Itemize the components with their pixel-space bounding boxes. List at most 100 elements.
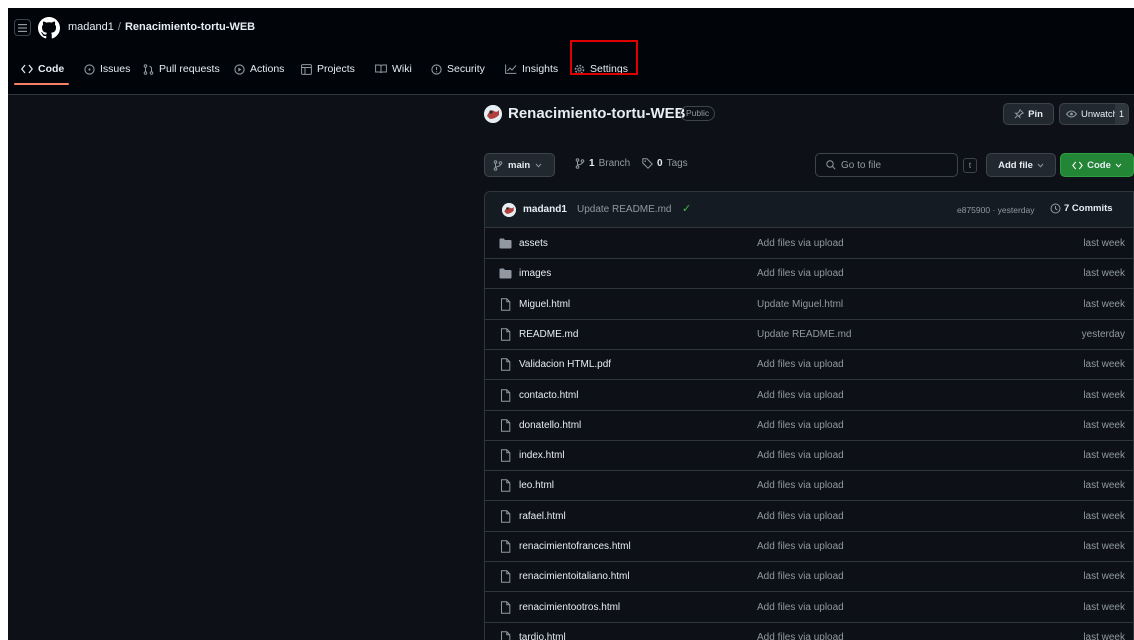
github-logo-icon[interactable] xyxy=(38,17,60,39)
file-commit-message[interactable]: Add files via upload xyxy=(757,420,844,431)
file-row[interactable]: contacto.html Add files via upload last we… xyxy=(485,381,1133,411)
file-date: last week xyxy=(1083,359,1125,371)
breadcrumb-repo[interactable]: Renacimiento-tortu-WEB xyxy=(125,21,255,33)
file-row[interactable]: images Add files via upload last week xyxy=(485,259,1133,290)
tab-wiki[interactable]: Wiki xyxy=(375,54,412,84)
file-row[interactable]: renacimientoitaliano.html Add files via u… xyxy=(485,562,1133,593)
pin-button[interactable]: Pin xyxy=(1003,103,1054,125)
file-row[interactable]: index.html Add files via upload last week xyxy=(485,441,1133,472)
tag-count-label: Tags xyxy=(666,158,688,169)
file-commit-message[interactable]: Add files via upload xyxy=(757,359,844,370)
go-to-file-input[interactable]: Go to file t xyxy=(815,153,977,177)
file-name[interactable]: Validacion HTML.pdf xyxy=(519,359,611,370)
file-commit-message[interactable]: Add files via upload xyxy=(757,511,844,522)
file-row[interactable]: leo.html Add files via upload last week xyxy=(485,471,1133,502)
hamburger-menu-button[interactable] xyxy=(14,19,31,36)
file-date: last week xyxy=(1083,480,1125,492)
tab-issues-label: Issues xyxy=(100,63,131,75)
file-name[interactable]: README.md xyxy=(519,329,578,340)
file-row[interactable]: rafael.html Add files via upload last week xyxy=(485,502,1133,532)
commits-link[interactable]: 7 Commits xyxy=(1050,203,1113,214)
shield-icon xyxy=(431,63,442,75)
file-row[interactable]: Validacion HTML.pdf Add files via upload l… xyxy=(485,350,1133,381)
file-name[interactable]: donatello.html xyxy=(519,420,581,431)
repo-nav: Code Issues Pull requests Actions Projec… xyxy=(8,40,1134,85)
commit-author[interactable]: madand1 xyxy=(523,204,567,215)
file-row[interactable]: renacimientofrances.html Add files via up… xyxy=(485,532,1133,562)
watch-count: 1 xyxy=(1115,104,1128,124)
file-name[interactable]: rafael.html xyxy=(519,511,566,522)
tab-projects[interactable]: Projects xyxy=(301,54,355,84)
file-row[interactable]: README.md Update README.md yesterday xyxy=(485,320,1133,350)
tags-link[interactable]: 0 Tags xyxy=(642,158,688,169)
tab-pull-requests[interactable]: Pull requests xyxy=(143,54,220,84)
code-button-label: Code xyxy=(1087,159,1111,171)
file-row[interactable]: donatello.html Add files via upload last w… xyxy=(485,411,1133,441)
add-file-button[interactable]: Add file xyxy=(986,153,1056,177)
tab-actions-label: Actions xyxy=(250,63,285,75)
breadcrumb-owner[interactable]: madand1 xyxy=(68,21,114,33)
file-row[interactable]: assets Add files via upload last week xyxy=(485,229,1133,259)
play-icon xyxy=(234,63,245,75)
pin-label: Pin xyxy=(1028,108,1043,120)
commit-message[interactable]: Update README.md xyxy=(577,204,671,215)
file-commit-message[interactable]: Add files via upload xyxy=(757,480,844,491)
tab-security[interactable]: Security xyxy=(431,54,485,84)
file-icon xyxy=(501,328,511,341)
branches-link[interactable]: 1 Branch xyxy=(575,158,630,169)
book-icon xyxy=(375,64,387,74)
file-commit-message[interactable]: Add files via upload xyxy=(757,541,844,552)
file-name[interactable]: index.html xyxy=(519,450,565,461)
tab-issues[interactable]: Issues xyxy=(84,54,130,84)
file-commit-message[interactable]: Add files via upload xyxy=(757,390,844,401)
file-commit-message[interactable]: Add files via upload xyxy=(757,450,844,461)
file-name[interactable]: contacto.html xyxy=(519,390,578,401)
code-button[interactable]: Code xyxy=(1060,153,1134,177)
file-row[interactable]: tardio.html Add files via upload last week xyxy=(485,623,1133,640)
graph-icon xyxy=(505,64,517,74)
repo-header: Renacimiento-tortu-WEB Public Pin Unwatc… xyxy=(484,96,1134,132)
chevron-down-icon xyxy=(535,163,542,168)
file-commit-message[interactable]: Add files via upload xyxy=(757,268,844,279)
repo-title[interactable]: Renacimiento-tortu-WEB xyxy=(508,105,686,122)
file-commit-message[interactable]: Add files via upload xyxy=(757,238,844,249)
repo-owner-avatar[interactable] xyxy=(484,105,502,123)
file-commit-message[interactable]: Add files via upload xyxy=(757,602,844,613)
file-name[interactable]: renacimientofrances.html xyxy=(519,541,631,552)
file-date: last week xyxy=(1083,419,1125,431)
goto-shortcut-key: t xyxy=(963,158,977,173)
tab-wiki-label: Wiki xyxy=(392,63,412,75)
file-name[interactable]: leo.html xyxy=(519,480,554,491)
file-row[interactable]: renacimientootros.html Add files via uplo… xyxy=(485,593,1133,623)
file-icon xyxy=(501,419,511,432)
tab-code-label: Code xyxy=(38,63,65,75)
commit-hash-time[interactable]: e875900 · yesterday xyxy=(957,205,1035,215)
tab-actions[interactable]: Actions xyxy=(234,54,284,84)
file-name[interactable]: assets xyxy=(519,238,548,249)
file-icon xyxy=(501,449,511,462)
branch-selector[interactable]: main xyxy=(484,153,555,177)
file-date: last week xyxy=(1083,571,1125,583)
file-name[interactable]: tardio.html xyxy=(519,632,566,640)
tab-code[interactable]: Code xyxy=(21,54,64,84)
avatar-icon xyxy=(484,105,502,123)
file-name[interactable]: renacimientoitaliano.html xyxy=(519,571,630,582)
app-header: madand1/ Renacimiento-tortu-WEB Code Issu… xyxy=(8,8,1134,95)
file-name[interactable]: renacimientootros.html xyxy=(519,602,620,613)
commit-author-avatar[interactable] xyxy=(502,203,516,217)
file-name[interactable]: Miguel.html xyxy=(519,299,570,310)
branch-icon xyxy=(493,159,503,171)
branch-count: 1 xyxy=(589,158,595,169)
tab-insights[interactable]: Insights xyxy=(505,54,558,84)
unwatch-button[interactable]: Unwatch 1 xyxy=(1059,103,1129,125)
file-name[interactable]: images xyxy=(519,268,551,279)
file-commit-message[interactable]: Update README.md xyxy=(757,329,851,340)
check-icon: ✓ xyxy=(682,203,692,215)
file-commit-message[interactable]: Add files via upload xyxy=(757,632,844,640)
file-commit-message[interactable]: Update Miguel.html xyxy=(757,299,843,310)
file-row[interactable]: Miguel.html Update Miguel.html last week xyxy=(485,290,1133,320)
file-commit-message[interactable]: Add files via upload xyxy=(757,571,844,582)
add-file-label: Add file xyxy=(998,159,1033,171)
file-icon xyxy=(501,479,511,493)
branch-count-icon xyxy=(575,158,585,169)
